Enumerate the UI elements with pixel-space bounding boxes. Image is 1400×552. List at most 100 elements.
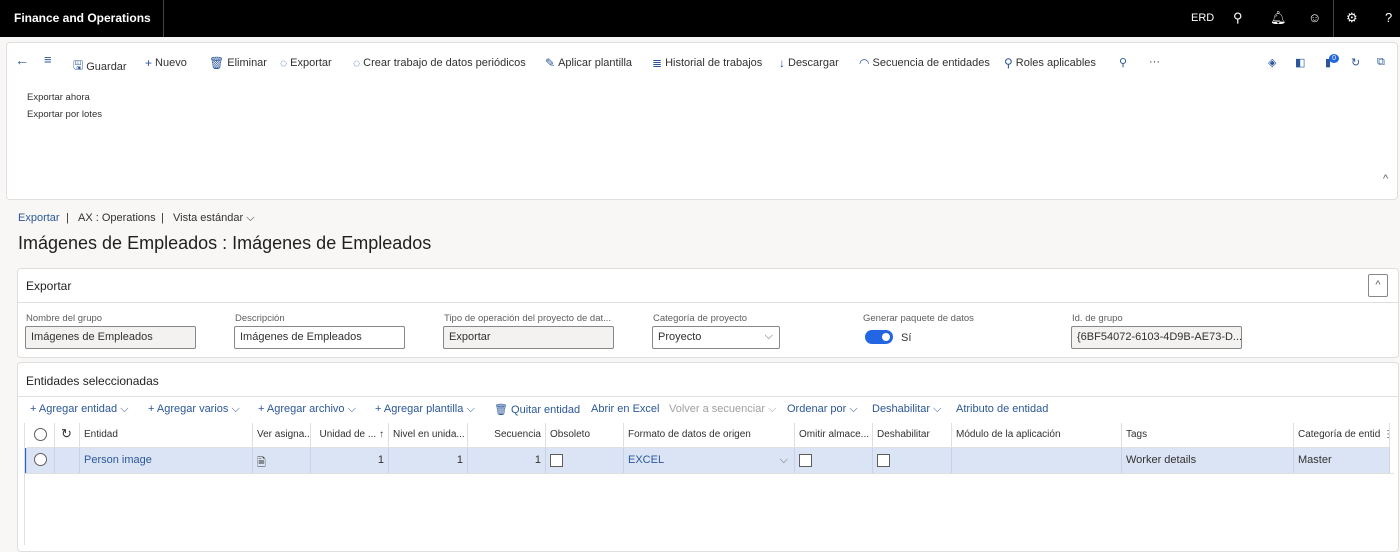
grid-cell[interactable]: EXCEL ⌵ xyxy=(624,448,795,473)
toolbar-label: Agregar varios xyxy=(156,403,229,415)
column-header[interactable]: Módulo de la aplicación xyxy=(952,423,1122,448)
column-header[interactable]: Categoría de entid ⋮ xyxy=(1294,423,1390,448)
grid-cell[interactable]: Person image xyxy=(80,448,253,473)
more-icon[interactable]: ··· xyxy=(1149,56,1160,68)
column-label: Omitir almace... xyxy=(799,429,870,440)
action-guardar[interactable]: 🖫 Guardar xyxy=(73,56,127,77)
breadcrumb-sep: | xyxy=(66,212,69,224)
notification-icon[interactable]: ▮ 0 xyxy=(1325,54,1339,69)
column-header[interactable]: Entidad xyxy=(80,423,253,448)
toolbar-button[interactable]: + Agregar archivo ⌵ xyxy=(258,403,356,416)
column-header[interactable]: Secuencia xyxy=(468,423,546,448)
obsolete-checkbox[interactable] xyxy=(550,454,563,467)
diamond-icon[interactable]: ◈ xyxy=(1268,56,1276,69)
grid-cell[interactable] xyxy=(873,448,952,473)
action-exportar[interactable]: ◌ Exportar xyxy=(280,56,332,70)
grid-cell[interactable]: 1 xyxy=(389,448,468,473)
toolbar-button[interactable]: Volver a secuenciar ⌵ xyxy=(669,403,776,416)
grid-cell[interactable]: Master xyxy=(1294,448,1390,473)
help-icon[interactable]: ? xyxy=(1385,10,1392,25)
toolbar-label: Agregar archivo xyxy=(266,403,345,415)
label-project-category: Categoría de proyecto xyxy=(653,313,748,324)
action-label: Eliminar xyxy=(227,57,267,69)
page-title: Imágenes de Empleados : Imágenes de Empl… xyxy=(18,233,432,253)
column-header[interactable]: Formato de datos de origen xyxy=(624,423,795,448)
office-icon[interactable]: ◧ xyxy=(1295,56,1305,69)
grid-cell[interactable] xyxy=(795,448,873,473)
action-label: Crear trabajo de datos periódicos xyxy=(363,57,526,69)
column-header[interactable]: Deshabilitar xyxy=(873,423,952,448)
toolbar-button[interactable]: Abrir en Excel xyxy=(591,403,659,415)
gear-icon[interactable]: ⚙ xyxy=(1346,10,1358,26)
chevron-up-icon[interactable]: ^ xyxy=(1383,173,1388,185)
grid-cell[interactable]: Worker details xyxy=(1122,448,1294,473)
chevron-down-icon: ⌵ xyxy=(933,403,942,415)
label-group-id: Id. de grupo xyxy=(1072,313,1123,324)
operation-type-field[interactable]: Exportar xyxy=(443,326,614,349)
collapse-button[interactable]: ^ xyxy=(1368,274,1388,297)
action-aplicar-plantilla[interactable]: ✎ Aplicar plantilla xyxy=(545,56,632,70)
divider xyxy=(24,473,1394,474)
entity-link[interactable]: Person image xyxy=(84,454,152,466)
save-icon: 🖫 xyxy=(73,58,84,72)
project-category-select[interactable]: Proyecto ⌵ xyxy=(652,326,780,349)
search-icon[interactable]: ⚲ xyxy=(1233,10,1243,26)
action-nuevo[interactable]: + Nuevo xyxy=(145,56,187,70)
document-icon[interactable]: 🗎 xyxy=(257,457,266,469)
menu-icon[interactable]: ≡ xyxy=(44,52,52,67)
company-picker[interactable]: ERD xyxy=(1191,12,1214,24)
view-label: Vista estándar xyxy=(173,212,244,224)
select-all-radio[interactable] xyxy=(27,423,55,448)
description-field[interactable]: Imágenes de Empleados xyxy=(234,326,405,349)
toolbar-label: Quitar entidad xyxy=(511,404,581,416)
menu-item-export-batch[interactable]: Exportar por lotes xyxy=(27,109,102,120)
refresh-icon[interactable]: ↻ xyxy=(1351,56,1360,69)
menu-item-export-now[interactable]: Exportar ahora xyxy=(27,92,90,103)
search-icon[interactable]: ⚲ xyxy=(1119,56,1127,69)
column-header[interactable]: Obsoleto xyxy=(546,423,624,448)
toolbar-button[interactable]: 🗑 Quitar entidad xyxy=(494,403,580,416)
action-descargar[interactable]: ↓ Descargar xyxy=(779,56,839,70)
disable-checkbox[interactable] xyxy=(877,454,890,467)
bell-icon[interactable]: 🔔︎ xyxy=(1270,10,1287,26)
refresh-icon[interactable]: ↻ xyxy=(55,423,80,448)
column-label: Tags xyxy=(1126,429,1148,440)
open-new-icon[interactable]: ⧉ xyxy=(1377,56,1385,69)
action-historial-de-trabajos[interactable]: ≣ Historial de trabajos xyxy=(652,56,762,70)
action-crear-trabajo-de-datos-peri-dicos[interactable]: ◌ Crear trabajo de datos periódicos xyxy=(353,56,526,70)
action-eliminar[interactable]: 🗑 Eliminar xyxy=(209,56,267,70)
group-name-field[interactable]: Imágenes de Empleados xyxy=(25,326,196,349)
grid-cell[interactable]: 🗎 xyxy=(253,448,311,473)
toolbar-button[interactable]: Deshabilitar ⌵ xyxy=(872,403,942,416)
group-id-field[interactable]: {6BF54072-6103-4D9B-AE73-D... xyxy=(1071,326,1242,349)
column-header[interactable]: Omitir almace... xyxy=(795,423,873,448)
grid-cell[interactable] xyxy=(546,448,624,473)
chevron-down-icon[interactable]: ⌵ xyxy=(780,454,788,467)
generate-package-toggle[interactable] xyxy=(865,330,893,344)
chevron-down-icon: ⌵ xyxy=(120,403,129,415)
column-header[interactable]: Ver asigna... xyxy=(253,423,311,448)
row-select-radio[interactable] xyxy=(27,448,55,473)
breadcrumb-link[interactable]: Exportar xyxy=(18,212,60,224)
grid-cell[interactable]: 1 xyxy=(311,448,389,473)
toolbar-button[interactable]: + Agregar entidad ⌵ xyxy=(30,403,129,416)
back-arrow-icon[interactable]: ← xyxy=(15,52,29,68)
toolbar-button[interactable]: + Agregar plantilla ⌵ xyxy=(375,403,475,416)
skip-staging-checkbox[interactable] xyxy=(799,454,812,467)
column-header[interactable]: Unidad de ... ↑ xyxy=(311,423,389,448)
more-vertical-icon[interactable]: ⋮ xyxy=(1383,429,1389,440)
grid-cell[interactable]: 1 xyxy=(468,448,546,473)
action-roles-aplicables[interactable]: ⚲ Roles aplicables xyxy=(1004,56,1096,70)
grid-cell[interactable] xyxy=(952,448,1122,473)
chevron-down-icon: ⌵ xyxy=(764,330,773,342)
view-selector[interactable]: Vista estándar ⌵ xyxy=(173,212,255,225)
toolbar-button[interactable]: Ordenar por ⌵ xyxy=(787,403,858,416)
column-header[interactable]: Tags xyxy=(1122,423,1294,448)
column-header[interactable]: Nivel en unida... xyxy=(389,423,468,448)
toolbar-button[interactable]: Atributo de entidad xyxy=(956,403,1048,415)
action-secuencia-de-entidades[interactable]: ◠ Secuencia de entidades xyxy=(859,56,990,70)
smiley-icon[interactable]: ☺ xyxy=(1308,10,1321,25)
toolbar-button[interactable]: + Agregar varios ⌵ xyxy=(148,403,240,416)
action-pane: ← ≡ 🖫 Guardar + Nuevo 🗑 Eliminar ◌ Exportar ◌ Cre… xyxy=(6,42,1398,200)
label-description: Descripción xyxy=(235,313,285,324)
